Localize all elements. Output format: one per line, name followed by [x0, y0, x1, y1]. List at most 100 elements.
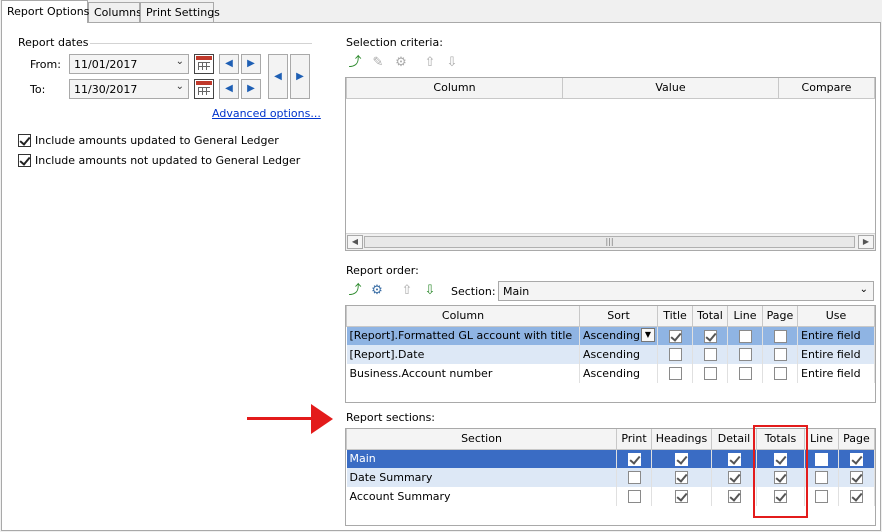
table-row[interactable]: [Report].Formatted GL account with title… — [346, 326, 875, 345]
order-sort-header[interactable]: Sort — [579, 306, 658, 327]
annotation-arrow-head — [311, 404, 333, 434]
scroll-right-icon[interactable]: ▶ — [858, 235, 874, 249]
table-row[interactable]: Business.Account number Ascending Entire… — [346, 364, 875, 383]
print-checkbox[interactable] — [627, 452, 641, 466]
scroll-left-icon[interactable]: ◀ — [347, 235, 363, 249]
headings-checkbox[interactable] — [675, 452, 688, 466]
order-line-header[interactable]: Line — [727, 306, 763, 327]
order-column-header[interactable]: Column — [346, 306, 580, 327]
edit-criteria-icon[interactable]: ✎ — [370, 55, 386, 71]
sort-cell[interactable]: Ascending — [579, 345, 658, 364]
divider — [90, 43, 312, 44]
horizontal-scrollbar[interactable]: ◀ ||| ▶ — [346, 233, 875, 250]
line-checkbox[interactable] — [738, 329, 752, 343]
from-date-field[interactable]: 11/01/2017 ⌄ — [69, 54, 189, 74]
include-updated-checkbox-row[interactable]: Include amounts updated to General Ledge… — [18, 134, 279, 147]
include-not-updated-checkbox-row[interactable]: Include amounts not updated to General L… — [18, 154, 300, 167]
compare-header[interactable]: Compare — [778, 78, 875, 99]
prev-to-button[interactable]: ◀ — [219, 79, 239, 99]
headings-checkbox[interactable] — [675, 471, 688, 485]
move-down-icon[interactable]: ⇩ — [422, 283, 438, 299]
total-checkbox[interactable] — [703, 329, 717, 343]
properties-criteria-icon[interactable]: ⚙ — [393, 55, 409, 71]
annotation-arrow — [247, 417, 317, 420]
include-updated-checkbox[interactable] — [18, 134, 31, 147]
add-criteria-icon[interactable]: ⤴ — [347, 55, 363, 71]
detail-checkbox[interactable] — [727, 452, 741, 466]
move-up-icon[interactable]: ⇧ — [399, 283, 415, 299]
tab-columns[interactable]: Columns — [88, 2, 142, 22]
next-from-button[interactable]: ▶ — [241, 54, 261, 74]
to-label: To: — [30, 83, 46, 96]
selection-criteria-title: Selection criteria: — [346, 36, 443, 49]
headings-checkbox[interactable] — [675, 490, 688, 504]
line-checkbox[interactable] — [738, 348, 752, 362]
add-order-icon[interactable]: ⤴ — [347, 283, 363, 299]
to-date-field[interactable]: 11/30/2017 ⌄ — [69, 79, 189, 99]
chevron-down-icon[interactable]: ▼ — [641, 328, 655, 343]
tab-report-options[interactable]: Report Options — [1, 0, 89, 23]
title-checkbox[interactable] — [668, 329, 682, 343]
order-page-header[interactable]: Page — [762, 306, 798, 327]
prev-period-button[interactable]: ◀ — [268, 54, 288, 99]
report-sections-title: Report sections: — [346, 411, 436, 424]
detail-checkbox[interactable] — [727, 471, 741, 485]
use-cell: Entire field — [797, 326, 875, 345]
use-cell: Entire field — [797, 345, 875, 364]
line-checkbox[interactable] — [738, 367, 752, 381]
order-title-header[interactable]: Title — [657, 306, 693, 327]
scroll-thumb[interactable]: ||| — [364, 236, 855, 248]
report-order-title: Report order: — [346, 264, 419, 277]
from-label: From: — [30, 58, 61, 71]
value-header[interactable]: Value — [562, 78, 779, 99]
sort-cell[interactable]: Ascending ▼ — [579, 326, 658, 345]
print-checkbox[interactable] — [627, 490, 641, 504]
print-header[interactable]: Print — [616, 429, 652, 450]
page-checkbox[interactable] — [850, 490, 863, 504]
next-to-button[interactable]: ▶ — [241, 79, 261, 99]
table-row[interactable]: [Report].Date Ascending Entire field — [346, 345, 875, 364]
include-not-updated-label: Include amounts not updated to General L… — [35, 154, 301, 167]
line-header[interactable]: Line — [804, 429, 839, 450]
prev-from-button[interactable]: ◀ — [219, 54, 239, 74]
section-header[interactable]: Section — [346, 429, 617, 450]
section-select-value: Main — [503, 285, 530, 298]
detail-checkbox[interactable] — [727, 490, 741, 504]
total-checkbox[interactable] — [703, 348, 717, 362]
report-order-grid[interactable]: Column Sort Title Total Line Page Use [R… — [345, 305, 876, 403]
page-header[interactable]: Page — [838, 429, 875, 450]
calendar-icon[interactable] — [194, 79, 214, 99]
title-checkbox[interactable] — [668, 367, 682, 381]
headings-header[interactable]: Headings — [651, 429, 712, 450]
move-up-icon[interactable]: ⇧ — [422, 55, 438, 71]
page-checkbox[interactable] — [773, 348, 787, 362]
page-checkbox[interactable] — [850, 471, 863, 485]
chevron-down-icon: ⌄ — [175, 81, 184, 92]
total-checkbox[interactable] — [703, 367, 717, 381]
sort-cell[interactable]: Ascending — [579, 364, 658, 383]
advanced-options-link[interactable]: Advanced options... — [212, 107, 321, 120]
line-checkbox[interactable] — [815, 471, 828, 485]
page-checkbox[interactable] — [773, 329, 787, 343]
order-use-header[interactable]: Use — [797, 306, 875, 327]
to-date-value: 11/30/2017 — [74, 83, 138, 96]
section-select[interactable]: Main ⌄ — [498, 281, 874, 301]
calendar-icon[interactable] — [194, 54, 214, 74]
page-checkbox[interactable] — [773, 367, 787, 381]
order-column-cell: Business.Account number — [346, 364, 580, 383]
tab-print-settings[interactable]: Print Settings — [140, 2, 220, 22]
print-checkbox[interactable] — [627, 471, 641, 485]
include-not-updated-checkbox[interactable] — [18, 154, 31, 167]
title-checkbox[interactable] — [668, 348, 682, 362]
include-updated-label: Include amounts updated to General Ledge… — [35, 134, 279, 147]
line-checkbox[interactable] — [815, 490, 828, 504]
line-checkbox[interactable] — [815, 452, 828, 466]
next-period-button[interactable]: ▶ — [290, 54, 310, 99]
order-total-header[interactable]: Total — [692, 306, 728, 327]
detail-header[interactable]: Detail — [711, 429, 757, 450]
page-checkbox[interactable] — [850, 452, 863, 466]
column-header[interactable]: Column — [346, 78, 563, 99]
properties-order-icon[interactable]: ⚙ — [369, 283, 385, 299]
selection-criteria-grid[interactable]: Column Value Compare ◀ ||| ▶ — [345, 77, 876, 251]
move-down-icon[interactable]: ⇩ — [444, 55, 460, 71]
